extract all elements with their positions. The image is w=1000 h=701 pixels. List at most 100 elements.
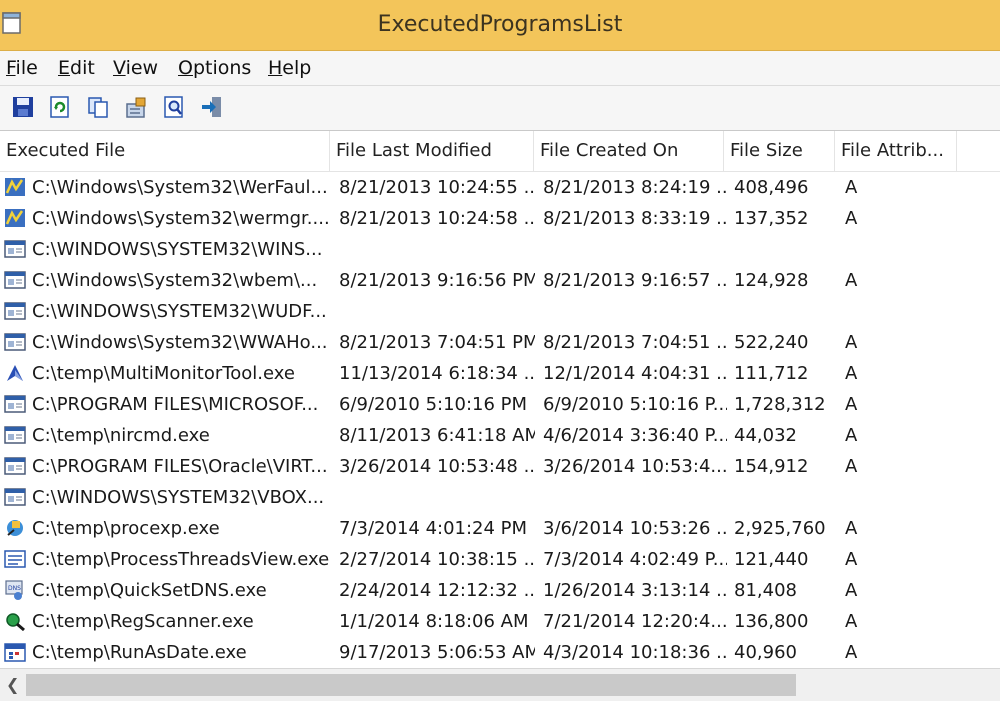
properties-icon[interactable] xyxy=(124,95,148,119)
menu-options[interactable]: Options xyxy=(178,57,251,79)
list-rows: C:\Windows\System32\WerFaul... 8/21/2013 … xyxy=(0,172,1000,668)
cell-file-attributes: A xyxy=(845,177,858,198)
cell-file-created-on: 4/3/2014 10:18:36 ... xyxy=(543,642,727,663)
cell-file-attributes: A xyxy=(845,549,858,570)
cell-file-created-on: 7/3/2014 4:02:49 P... xyxy=(543,549,727,570)
title-bar: ExecutedProgramsList xyxy=(0,0,1000,51)
cell-file-size: 136,800 xyxy=(734,611,809,632)
cell-file-size: 81,408 xyxy=(734,580,797,601)
cell-file-attributes: A xyxy=(845,425,858,446)
multimonitor-app-icon xyxy=(7,365,23,381)
column-header: Executed File File Last Modified File Cr… xyxy=(0,131,1000,172)
horizontal-scrollbar[interactable]: ❮ xyxy=(0,668,1000,701)
cell-executed-file: C:\temp\MultiMonitorTool.exe xyxy=(32,363,295,384)
cell-file-attributes: A xyxy=(845,518,858,539)
table-row[interactable]: DNS C:\temp\QuickSetDNS.exe 2/24/2014 12:1… xyxy=(0,575,1000,606)
cell-executed-file: C:\temp\RunAsDate.exe xyxy=(32,642,247,663)
processthreads-app-icon xyxy=(4,550,26,568)
cell-file-size: 522,240 xyxy=(734,332,809,353)
column-file-attributes[interactable]: File Attrib... xyxy=(835,131,957,171)
refresh-icon[interactable] xyxy=(48,95,72,119)
menu-help[interactable]: Help xyxy=(268,57,311,79)
cell-file-created-on: 6/9/2010 5:10:16 P... xyxy=(543,394,727,415)
executed-programs-list[interactable]: Executed File File Last Modified File Cr… xyxy=(0,131,1000,668)
window-title: ExecutedProgramsList xyxy=(377,12,623,37)
cell-file-last-modified xyxy=(339,234,535,265)
cell-file-last-modified: 8/21/2013 9:16:56 PM xyxy=(339,270,535,291)
table-row[interactable]: C:\PROGRAM FILES\Oracle\VIRT... 3/26/2014… xyxy=(0,451,1000,482)
cell-file-attributes: A xyxy=(845,642,858,663)
cell-file-last-modified: 2/27/2014 10:38:15 ... xyxy=(339,549,535,570)
cell-file-attributes: A xyxy=(845,332,858,353)
cell-file-size: 1,728,312 xyxy=(734,394,826,415)
generic-exe-icon xyxy=(4,426,26,444)
column-executed-file[interactable]: Executed File xyxy=(0,131,330,171)
table-row[interactable]: C:\temp\procexp.exe 7/3/2014 4:01:24 PM 3/… xyxy=(0,513,1000,544)
cell-file-size xyxy=(734,296,838,327)
cell-file-last-modified: 8/21/2013 7:04:51 PM xyxy=(339,332,535,353)
save-icon[interactable] xyxy=(11,95,35,119)
cell-file-attributes: A xyxy=(845,580,858,601)
table-row[interactable]: C:\Windows\System32\wermgr.... 8/21/2013 … xyxy=(0,203,1000,234)
table-row[interactable]: C:\Windows\System32\wbem\... 8/21/2013 9:… xyxy=(0,265,1000,296)
table-row[interactable]: C:\Windows\System32\WerFaul... 8/21/2013 … xyxy=(0,172,1000,203)
quicksetdns-app-icon: DNS xyxy=(5,580,23,600)
cell-file-last-modified: 8/11/2013 6:41:18 AM xyxy=(339,425,535,446)
table-row[interactable]: C:\temp\nircmd.exe 8/11/2013 6:41:18 AM 4/… xyxy=(0,420,1000,451)
cell-executed-file: C:\WINDOWS\SYSTEM32\WINS... xyxy=(32,239,323,260)
exit-icon[interactable] xyxy=(200,95,224,119)
cell-file-attributes: A xyxy=(845,611,858,632)
svg-text:DNS: DNS xyxy=(8,585,21,592)
cell-file-created-on: 8/21/2013 8:24:19 ... xyxy=(543,177,727,198)
cell-file-attributes: A xyxy=(845,456,858,477)
generic-exe-icon xyxy=(4,302,26,320)
cell-file-size: 44,032 xyxy=(734,425,797,446)
cell-file-created-on: 12/1/2014 4:04:31 ... xyxy=(543,363,727,384)
cell-file-size xyxy=(734,234,838,265)
cell-file-attributes xyxy=(845,296,945,327)
cell-file-size: 40,960 xyxy=(734,642,797,663)
cell-file-size: 121,440 xyxy=(734,549,809,570)
column-file-last-modified[interactable]: File Last Modified xyxy=(330,131,534,171)
cell-file-last-modified: 2/24/2014 12:12:32 ... xyxy=(339,580,535,601)
cell-file-size: 2,925,760 xyxy=(734,518,826,539)
cell-file-last-modified xyxy=(339,296,535,327)
generic-exe-icon xyxy=(4,457,26,475)
table-row[interactable]: C:\PROGRAM FILES\MICROSOF... 6/9/2010 5:1… xyxy=(0,389,1000,420)
scroll-left-arrow-icon[interactable]: ❮ xyxy=(6,675,19,694)
generic-exe-icon xyxy=(4,333,26,351)
cell-file-size: 137,352 xyxy=(734,208,809,229)
cell-executed-file: C:\Windows\System32\WWAHo... xyxy=(32,332,328,353)
table-row[interactable]: C:\Windows\System32\WWAHo... 8/21/2013 7:… xyxy=(0,327,1000,358)
procexp-app-icon xyxy=(7,520,23,536)
cell-file-attributes: A xyxy=(845,208,858,229)
cell-executed-file: C:\temp\QuickSetDNS.exe xyxy=(32,580,267,601)
cell-executed-file: C:\WINDOWS\SYSTEM32\VBOX... xyxy=(32,487,325,508)
cell-executed-file: C:\temp\RegScanner.exe xyxy=(32,611,254,632)
column-file-size[interactable]: File Size xyxy=(724,131,835,171)
column-file-created-on[interactable]: File Created On xyxy=(534,131,724,171)
table-row[interactable]: C:\WINDOWS\SYSTEM32\WINS... xyxy=(0,234,1000,265)
find-icon[interactable] xyxy=(162,95,186,119)
table-row[interactable]: C:\temp\RegScanner.exe 1/1/2014 8:18:06 A… xyxy=(0,606,1000,637)
menu-edit[interactable]: Edit xyxy=(58,57,95,79)
menu-view[interactable]: View xyxy=(113,57,158,79)
cell-executed-file: C:\temp\procexp.exe xyxy=(32,518,220,539)
cell-file-last-modified: 8/21/2013 10:24:58 ... xyxy=(339,208,535,229)
cell-file-created-on: 4/6/2014 3:36:40 P... xyxy=(543,425,727,446)
cell-file-attributes: A xyxy=(845,394,858,415)
regscanner-app-icon xyxy=(6,613,25,631)
menu-bar: File Edit View Options Help xyxy=(0,51,1000,86)
copy-icon[interactable] xyxy=(86,95,110,119)
cell-file-created-on: 1/26/2014 3:13:14 ... xyxy=(543,580,727,601)
scrollbar-thumb[interactable] xyxy=(26,674,796,696)
table-row[interactable]: C:\temp\MultiMonitorTool.exe 11/13/2014 6… xyxy=(0,358,1000,389)
cell-file-last-modified: 8/21/2013 10:24:55 ... xyxy=(339,177,535,198)
runasdate-app-icon xyxy=(4,643,26,662)
table-row[interactable]: C:\temp\ProcessThreadsView.exe 2/27/2014 … xyxy=(0,544,1000,575)
table-row[interactable]: C:\WINDOWS\SYSTEM32\WUDF... xyxy=(0,296,1000,327)
cell-executed-file: C:\Windows\System32\wermgr.... xyxy=(32,208,330,229)
table-row[interactable]: C:\temp\RunAsDate.exe 9/17/2013 5:06:53 A… xyxy=(0,637,1000,668)
menu-file[interactable]: File xyxy=(6,57,38,79)
table-row[interactable]: C:\WINDOWS\SYSTEM32\VBOX... xyxy=(0,482,1000,513)
